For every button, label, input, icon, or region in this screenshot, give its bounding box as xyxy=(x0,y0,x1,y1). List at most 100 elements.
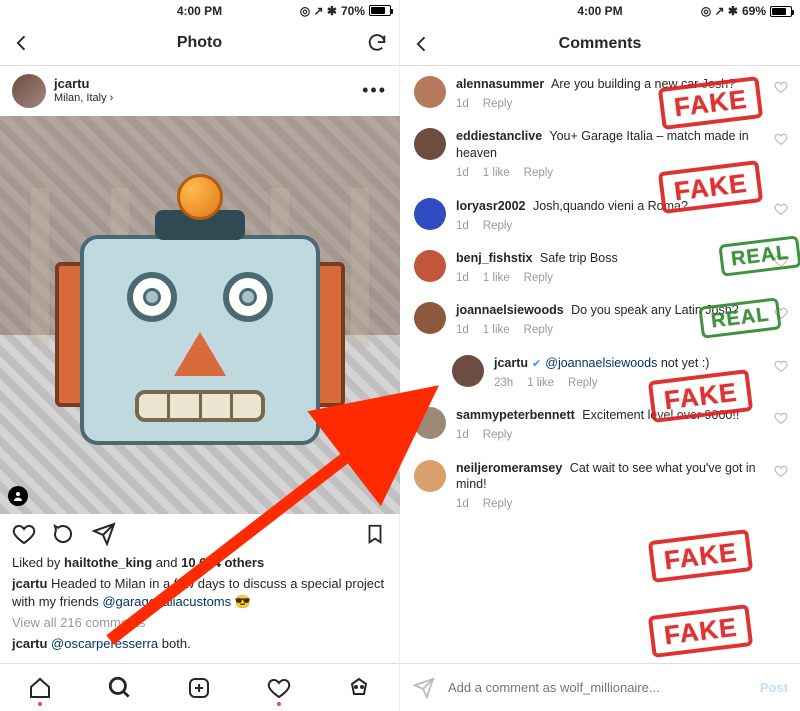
post-image[interactable] xyxy=(0,116,400,515)
bookmark-icon[interactable] xyxy=(363,522,387,546)
avatar[interactable] xyxy=(12,74,46,108)
chevron-right-icon: › xyxy=(110,92,114,104)
like-icon[interactable] xyxy=(774,132,788,149)
post-button[interactable]: Post xyxy=(760,680,788,695)
tab-search[interactable] xyxy=(106,674,134,702)
status-bar: 4:00 PM ◎ ↗ ✱ 69% xyxy=(400,0,800,22)
comment-row[interactable]: sammypeterbennett Excitement level over … xyxy=(400,397,800,449)
nav-title: Photo xyxy=(0,34,399,52)
comment-likes[interactable]: 1 like xyxy=(483,271,510,287)
avatar[interactable] xyxy=(414,407,446,439)
comment-username[interactable]: jcartu xyxy=(494,356,528,370)
tab-activity[interactable] xyxy=(265,674,293,702)
comment-age: 1d xyxy=(456,97,469,113)
comment-username[interactable]: loryasr2002 xyxy=(456,199,526,213)
comment-age: 1d xyxy=(456,271,469,287)
comment-input[interactable] xyxy=(448,680,748,695)
status-indicators: ◎ ↗ ✱ xyxy=(701,4,738,18)
view-all-comments[interactable]: View all 216 comments xyxy=(12,614,387,632)
nav-bar: Photo xyxy=(0,22,399,66)
like-icon[interactable] xyxy=(774,254,788,271)
comment-reply[interactable]: Reply xyxy=(524,166,553,182)
status-indicators: ◎ ↗ ✱ xyxy=(300,4,337,18)
tab-add[interactable] xyxy=(185,674,213,702)
like-icon[interactable] xyxy=(774,202,788,219)
comment-row[interactable]: loryasr2002 Josh,quando vieni a Roma?1dR… xyxy=(400,188,800,240)
back-icon[interactable] xyxy=(410,32,434,56)
comment-age: 1d xyxy=(456,166,469,182)
battery-icon xyxy=(770,6,792,17)
comment-username[interactable]: benj_fishstix xyxy=(456,251,532,265)
post-location[interactable]: Milan, Italy › xyxy=(54,92,354,105)
refresh-icon[interactable] xyxy=(365,31,389,55)
comment-text: Do you speak any Latin Josh? xyxy=(568,303,739,317)
like-icon[interactable] xyxy=(774,359,788,376)
like-icon[interactable] xyxy=(774,306,788,323)
comment-likes[interactable]: 1 like xyxy=(527,376,554,392)
like-icon[interactable] xyxy=(774,80,788,97)
avatar[interactable] xyxy=(414,128,446,160)
compose-bar: Post xyxy=(400,663,800,711)
post-body: Liked by hailtothe_king and 10,604 other… xyxy=(0,554,399,663)
caption: jcartu Headed to Milan in a few days to … xyxy=(12,575,387,610)
post-actions xyxy=(0,514,399,554)
like-icon[interactable] xyxy=(12,522,36,546)
comment-text: not yet :) xyxy=(657,356,709,370)
comment-reply[interactable]: Reply xyxy=(524,323,553,339)
comment-reply[interactable]: Reply xyxy=(483,219,512,235)
comment-username[interactable]: alennasummer xyxy=(456,77,544,91)
comment-text: Excitement level over 9000!! xyxy=(579,408,740,422)
status-battery-pct: 69% xyxy=(742,4,766,18)
verified-icon: ✔ xyxy=(532,358,541,370)
comment-icon[interactable] xyxy=(52,522,76,546)
comment-age: 1d xyxy=(456,497,469,513)
comment-likes[interactable]: 1 like xyxy=(483,166,510,182)
comment-row[interactable]: joannaelsiewoods Do you speak any Latin … xyxy=(400,292,800,344)
post-username[interactable]: jcartu xyxy=(54,76,354,92)
comment-age: 1d xyxy=(456,428,469,444)
avatar[interactable] xyxy=(414,302,446,334)
comment-username[interactable]: sammypeterbennett xyxy=(456,408,575,422)
comment-reply[interactable]: Reply xyxy=(483,497,512,513)
avatar[interactable] xyxy=(414,198,446,230)
comment-row[interactable]: jcartu ✔ @joannaelsiewoods not yet :) 23h 1 … xyxy=(400,345,800,397)
preview-mention[interactable]: @oscarperesserra xyxy=(47,636,158,651)
avatar[interactable] xyxy=(414,250,446,282)
nav-title: Comments xyxy=(400,35,800,53)
comment-age: 23h xyxy=(494,376,513,392)
comment-reply[interactable]: Reply xyxy=(483,428,512,444)
comment-username[interactable]: neiljeromeramsey xyxy=(456,461,562,475)
comment-row[interactable]: neiljeromeramsey Cat wait to see what yo… xyxy=(400,450,800,519)
comment-username[interactable]: joannaelsiewoods xyxy=(456,303,564,317)
tab-profile[interactable] xyxy=(345,674,373,702)
comment-reply[interactable]: Reply xyxy=(568,376,597,392)
avatar[interactable] xyxy=(452,355,484,387)
share-icon[interactable] xyxy=(412,676,436,700)
photo-screen: 4:00 PM ◎ ↗ ✱ 70% Photo jcartu Milan, It… xyxy=(0,0,400,711)
robot-illustration xyxy=(0,116,400,515)
like-icon[interactable] xyxy=(774,411,788,428)
status-battery-pct: 70% xyxy=(341,4,365,18)
nav-bar: Comments xyxy=(400,22,800,66)
share-icon[interactable] xyxy=(92,522,116,546)
like-icon[interactable] xyxy=(774,464,788,481)
tab-home[interactable] xyxy=(26,674,54,702)
back-icon[interactable] xyxy=(10,31,34,55)
likes-line[interactable]: Liked by hailtothe_king and 10,604 other… xyxy=(12,554,387,572)
comments-list[interactable]: alennasummer Are you building a new car … xyxy=(400,66,800,663)
more-icon[interactable]: ••• xyxy=(362,80,387,101)
comment-mention[interactable]: @joannaelsiewoods xyxy=(545,356,657,370)
caption-mention[interactable]: @garageitaliacustoms xyxy=(102,594,231,609)
comment-username[interactable]: eddiestanclive xyxy=(456,129,542,143)
comment-likes[interactable]: 1 like xyxy=(483,323,510,339)
comment-row[interactable]: alennasummer Are you building a new car … xyxy=(400,66,800,118)
comment-reply[interactable]: Reply xyxy=(483,97,512,113)
comment-reply[interactable]: Reply xyxy=(524,271,553,287)
comment-row[interactable]: eddiestanclive You+ Garage Italia – matc… xyxy=(400,118,800,187)
avatar[interactable] xyxy=(414,76,446,108)
avatar[interactable] xyxy=(414,460,446,492)
comment-row[interactable]: benj_fishstix Safe trip Boss1d1 likeRepl… xyxy=(400,240,800,292)
preview-comment: jcartu @oscarperesserra both. xyxy=(12,635,387,653)
post-header[interactable]: jcartu Milan, Italy › ••• xyxy=(0,66,399,116)
comment-text: Are you building a new car Josh? xyxy=(548,77,735,91)
